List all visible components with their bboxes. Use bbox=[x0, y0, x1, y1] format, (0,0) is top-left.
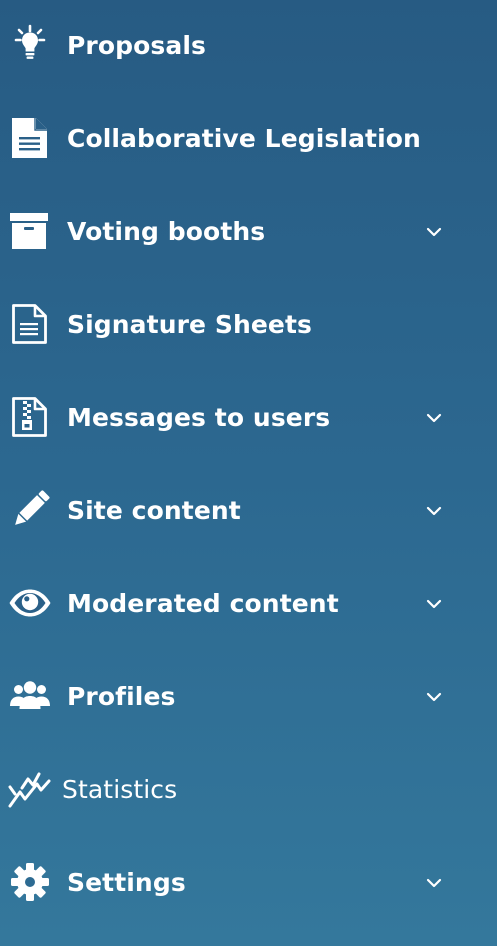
menu-item-label: Messages to users bbox=[67, 403, 331, 432]
menu-item-collaborative-legislation[interactable]: Collaborative Legislation bbox=[0, 93, 497, 185]
menu-item-label: Moderated content bbox=[67, 589, 339, 618]
users-icon bbox=[8, 674, 52, 718]
menu-item-label: Proposals bbox=[67, 31, 206, 60]
chevron-down-icon[interactable] bbox=[424, 594, 444, 614]
menu-item-label: Profiles bbox=[67, 682, 176, 711]
menu-item-profiles[interactable]: Profiles bbox=[0, 651, 497, 743]
chevron-down-icon[interactable] bbox=[424, 222, 444, 242]
archive-box-icon bbox=[8, 209, 52, 253]
menu-item-site-content[interactable]: Site content bbox=[0, 465, 497, 557]
chevron-down-icon[interactable] bbox=[424, 408, 444, 428]
menu-item-proposals[interactable]: Proposals bbox=[0, 0, 497, 92]
menu-item-label: Statistics bbox=[62, 775, 178, 804]
menu-item-settings[interactable]: Settings bbox=[0, 837, 497, 929]
menu-item-label: Site content bbox=[67, 496, 241, 525]
chevron-down-icon[interactable] bbox=[424, 687, 444, 707]
menu-item-signature-sheets[interactable]: Signature Sheets bbox=[0, 279, 497, 371]
menu-item-label: Settings bbox=[67, 868, 186, 897]
menu-item-messages-to-users[interactable]: Messages to users bbox=[0, 372, 497, 464]
line-chart-icon bbox=[8, 767, 52, 811]
chevron-down-icon[interactable] bbox=[424, 873, 444, 893]
zip-file-icon bbox=[8, 395, 52, 439]
lightbulb-icon bbox=[8, 23, 52, 67]
document-icon bbox=[8, 116, 52, 160]
pencil-icon bbox=[8, 488, 52, 532]
menu-item-label: Collaborative Legislation bbox=[67, 124, 421, 153]
admin-sidebar: Proposals Collaborative Legislation Voti… bbox=[0, 0, 497, 946]
gear-icon bbox=[8, 860, 52, 904]
chevron-down-icon[interactable] bbox=[424, 501, 444, 521]
eye-icon bbox=[8, 581, 52, 625]
menu-item-label: Voting booths bbox=[67, 217, 266, 246]
menu-item-voting-booths[interactable]: Voting booths bbox=[0, 186, 497, 278]
menu-item-statistics[interactable]: Statistics bbox=[0, 744, 497, 836]
menu-item-label: Signature Sheets bbox=[67, 310, 313, 339]
document-outline-icon bbox=[8, 302, 52, 346]
menu-item-moderated-content[interactable]: Moderated content bbox=[0, 558, 497, 650]
